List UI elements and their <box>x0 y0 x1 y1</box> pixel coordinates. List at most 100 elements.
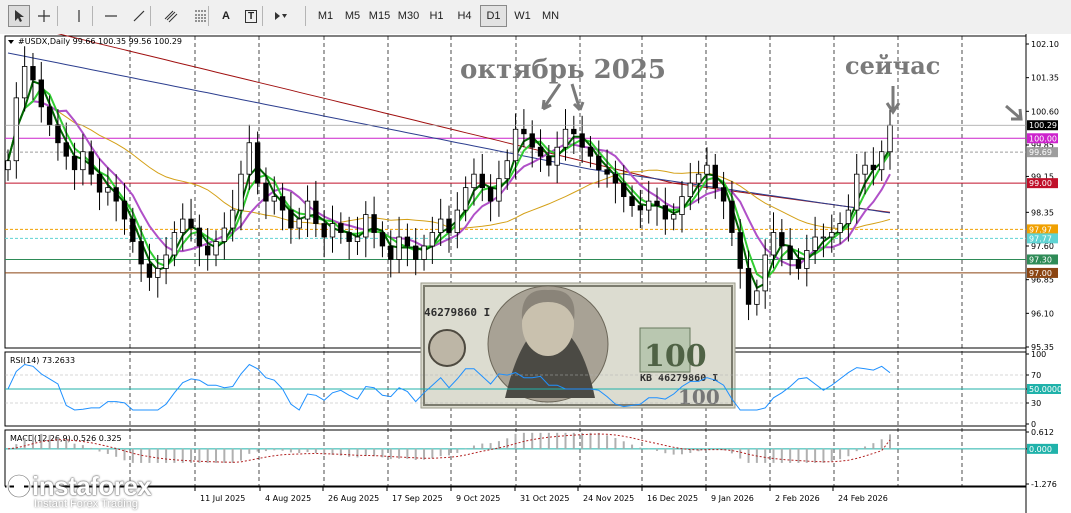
y-tick-label: 101.35 <box>1031 74 1059 83</box>
macd-y-tick-label: -1.276 <box>1031 480 1057 489</box>
x-tick-label: 9 Jan 2026 <box>711 494 754 503</box>
tool-vertical-line-button[interactable] <box>68 5 90 27</box>
x-tick-label: 2 Feb 2026 <box>775 494 820 503</box>
candle-body <box>346 232 352 242</box>
timeframe-h4-button[interactable]: H4 <box>451 5 478 27</box>
candle-body <box>196 227 203 247</box>
crosshair-icon <box>37 9 51 23</box>
tool-horizontal-line-button[interactable] <box>100 5 122 27</box>
candle-body <box>487 187 494 202</box>
tool-text-button[interactable]: A <box>215 5 237 27</box>
rsi-y-tick-label: 30 <box>1031 399 1041 408</box>
candle-body <box>471 173 477 189</box>
timeframe-h1-button[interactable]: H1 <box>423 5 450 27</box>
candle-body <box>629 196 635 207</box>
candle-body <box>396 236 402 260</box>
candle-body <box>163 254 169 269</box>
candle-body <box>38 79 44 108</box>
candle-body <box>454 209 461 233</box>
tool-trend-line-button[interactable] <box>128 5 150 27</box>
horizontal-line-icon <box>104 9 118 23</box>
candle-body <box>155 268 161 278</box>
candle-body <box>496 178 502 202</box>
candle-body <box>263 182 269 202</box>
candle-body <box>554 146 560 166</box>
tool-cursor-arrow-button[interactable] <box>8 5 30 27</box>
toolbar-separator <box>305 6 306 26</box>
candle-body <box>221 227 228 242</box>
x-tick-label: 31 Oct 2025 <box>520 494 569 503</box>
tool-text-label-button[interactable]: T <box>240 5 262 27</box>
timeframe-w1-button[interactable]: W1 <box>509 5 536 27</box>
candle-body <box>105 187 111 193</box>
tool-crosshair-button[interactable] <box>33 5 55 27</box>
timeframe-mn-button[interactable]: MN <box>537 5 564 27</box>
x-tick-label: 24 Nov 2025 <box>583 494 634 503</box>
candle-body <box>304 200 311 220</box>
x-tick-label: 24 Feb 2026 <box>838 494 888 503</box>
rsi-title: RSI(14) 73.2633 <box>10 356 75 365</box>
candle-body <box>854 173 860 211</box>
candle-body <box>429 232 436 247</box>
price-level-label: 97.30 <box>1029 255 1052 264</box>
x-tick-label: 4 Aug 2025 <box>265 494 311 503</box>
candle-body <box>712 164 718 189</box>
candle-body <box>537 146 544 157</box>
candle-body <box>21 66 28 99</box>
candle-body <box>679 196 685 215</box>
candle-body <box>820 236 827 239</box>
annotation-now: сейчас <box>845 51 940 80</box>
candle-body <box>130 218 136 242</box>
candle-body <box>562 128 569 148</box>
candle-body <box>338 223 344 233</box>
candle-body <box>845 209 852 224</box>
y-tick-label: 102.10 <box>1031 40 1059 49</box>
candle-body <box>870 164 877 171</box>
annotation-text: сейчас <box>845 51 940 80</box>
candle-body <box>246 142 252 175</box>
candle-body <box>504 160 510 180</box>
y-tick-label: 96.10 <box>1031 309 1054 318</box>
candle-body <box>621 182 627 198</box>
candle-body <box>804 250 810 269</box>
price-level-label: 97.97 <box>1029 225 1052 234</box>
candle-body <box>878 151 885 171</box>
x-tick-label: 26 Aug 2025 <box>328 494 379 503</box>
chart-title: #USDX,Daily 99.66 100.35 99.56 100.29 <box>18 37 182 46</box>
x-tick-label: 11 Jul 2025 <box>200 494 245 503</box>
instaforex-logo: instaforex Instant Forex Trading <box>6 470 206 510</box>
candle-body <box>329 223 336 238</box>
timeframe-m30-button[interactable]: M30 <box>395 5 422 27</box>
timeframe-d1-button[interactable]: D1 <box>480 5 507 27</box>
trend-line-icon <box>132 9 146 23</box>
text-label-icon: T <box>244 9 258 23</box>
banknote-serial-left: 46279860 I <box>424 306 490 319</box>
price-level-label: 97.77 <box>1029 234 1052 243</box>
candle-body <box>654 200 660 207</box>
banknote-denomination: 100 <box>644 339 707 374</box>
candle-body <box>80 151 86 171</box>
logo-subtitle: Instant Forex Trading <box>34 498 138 510</box>
candle-body <box>596 155 602 171</box>
candle-body <box>296 218 302 229</box>
tool-channel-button[interactable] <box>160 5 182 27</box>
toolbar-separator <box>262 6 263 26</box>
timeframe-m15-button[interactable]: M15 <box>366 5 393 27</box>
candle-body <box>363 214 369 238</box>
chart-canvas[interactable]: 102.10101.35100.6099.8599.1598.3597.6096… <box>0 34 1071 513</box>
candle-body <box>288 209 294 229</box>
chart-window[interactable]: 102.10 101.35 100.60 99.85 99.15 98.35 97.60 96… <box>0 34 1071 513</box>
candle-body <box>695 173 702 184</box>
candle-body <box>437 218 444 233</box>
tool-arrows-shapes-button[interactable] <box>270 5 292 27</box>
fibonacci-icon <box>194 9 208 23</box>
timeframe-m1-button[interactable]: M1 <box>312 5 339 27</box>
candle-body <box>229 209 236 229</box>
candle-body <box>670 214 677 220</box>
timeframe-m5-button[interactable]: M5 <box>339 5 366 27</box>
candle-body <box>313 200 319 224</box>
candle-body <box>512 128 519 162</box>
toolbar-separator <box>150 6 151 26</box>
candle-body <box>662 205 669 220</box>
candle-body <box>354 236 361 242</box>
